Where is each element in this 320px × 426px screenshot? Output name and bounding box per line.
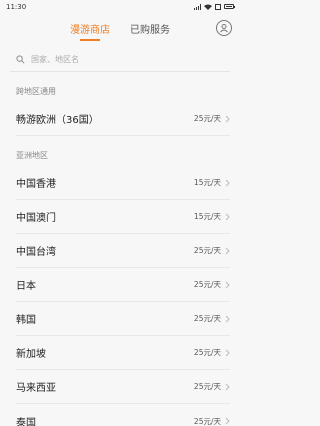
list-item-macau[interactable]: 中国澳门 15元/天 [16, 200, 230, 234]
item-price: 15元/天 [193, 212, 221, 221]
tab-purchased-services[interactable]: 已购服务 [130, 13, 170, 44]
signal-icon [193, 3, 201, 10]
tab-label: 已购服务 [130, 25, 170, 36]
list-item-malaysia[interactable]: 马来西亚 25元/天 [16, 370, 230, 404]
item-price: 25元/天 [193, 314, 221, 323]
chevron-right-icon [225, 383, 230, 390]
chevron-right-icon [225, 115, 230, 122]
item-price: 25元/天 [193, 348, 221, 357]
list-item-thailand[interactable]: 泰国 25元/天 [16, 404, 230, 426]
item-price: 25元/天 [193, 280, 221, 289]
wifi-icon [204, 4, 212, 10]
list-item-japan[interactable]: 日本 25元/天 [16, 268, 230, 302]
item-name: 中国香港 [16, 179, 56, 190]
section-title: 亚洲地区 [16, 150, 48, 160]
item-name: 新加坡 [16, 349, 46, 360]
item-name: 畅游欧洲（36国） [16, 115, 99, 126]
item-name: 泰国 [16, 417, 36, 426]
search-icon [16, 55, 25, 64]
status-bar: 11:30 [0, 0, 240, 13]
item-name: 中国台湾 [16, 247, 56, 258]
profile-icon [220, 24, 228, 33]
status-time: 11:30 [6, 2, 27, 11]
tab-bar: 漫游商店 已购服务 [70, 13, 170, 44]
chevron-right-icon [225, 417, 230, 425]
item-name: 韩国 [16, 315, 36, 326]
screen-record-icon [215, 3, 221, 10]
search-input[interactable]: 国家、地区名 [31, 54, 79, 65]
item-price: 25元/天 [193, 114, 221, 123]
item-name: 马来西亚 [16, 383, 56, 394]
list-item-europe[interactable]: 畅游欧洲（36国） 25元/天 [16, 102, 230, 136]
battery-icon [224, 4, 235, 9]
item-name: 中国澳门 [16, 213, 56, 224]
list-item-hongkong[interactable]: 中国香港 15元/天 [16, 166, 230, 200]
search-bar[interactable]: 国家、地区名 [10, 48, 230, 72]
chevron-right-icon [225, 349, 230, 356]
chevron-right-icon [225, 247, 230, 254]
profile-button[interactable] [216, 20, 232, 36]
status-icons [193, 3, 235, 10]
list-item-singapore[interactable]: 新加坡 25元/天 [16, 336, 230, 370]
list-item-taiwan[interactable]: 中国台湾 25元/天 [16, 234, 230, 268]
item-name: 日本 [16, 281, 36, 292]
item-price: 25元/天 [193, 246, 221, 255]
section-title: 跨地区通用 [16, 86, 56, 96]
tab-roaming-store[interactable]: 漫游商店 [70, 13, 110, 44]
tab-label: 漫游商店 [70, 25, 110, 36]
item-price: 25元/天 [193, 416, 221, 426]
header: 漫游商店 已购服务 [0, 13, 240, 44]
item-price: 15元/天 [193, 178, 221, 187]
chevron-right-icon [225, 213, 230, 220]
chevron-right-icon [225, 179, 230, 186]
chevron-right-icon [225, 315, 230, 322]
chevron-right-icon [225, 281, 230, 288]
item-price: 25元/天 [193, 382, 221, 391]
list-item-korea[interactable]: 韩国 25元/天 [16, 302, 230, 336]
